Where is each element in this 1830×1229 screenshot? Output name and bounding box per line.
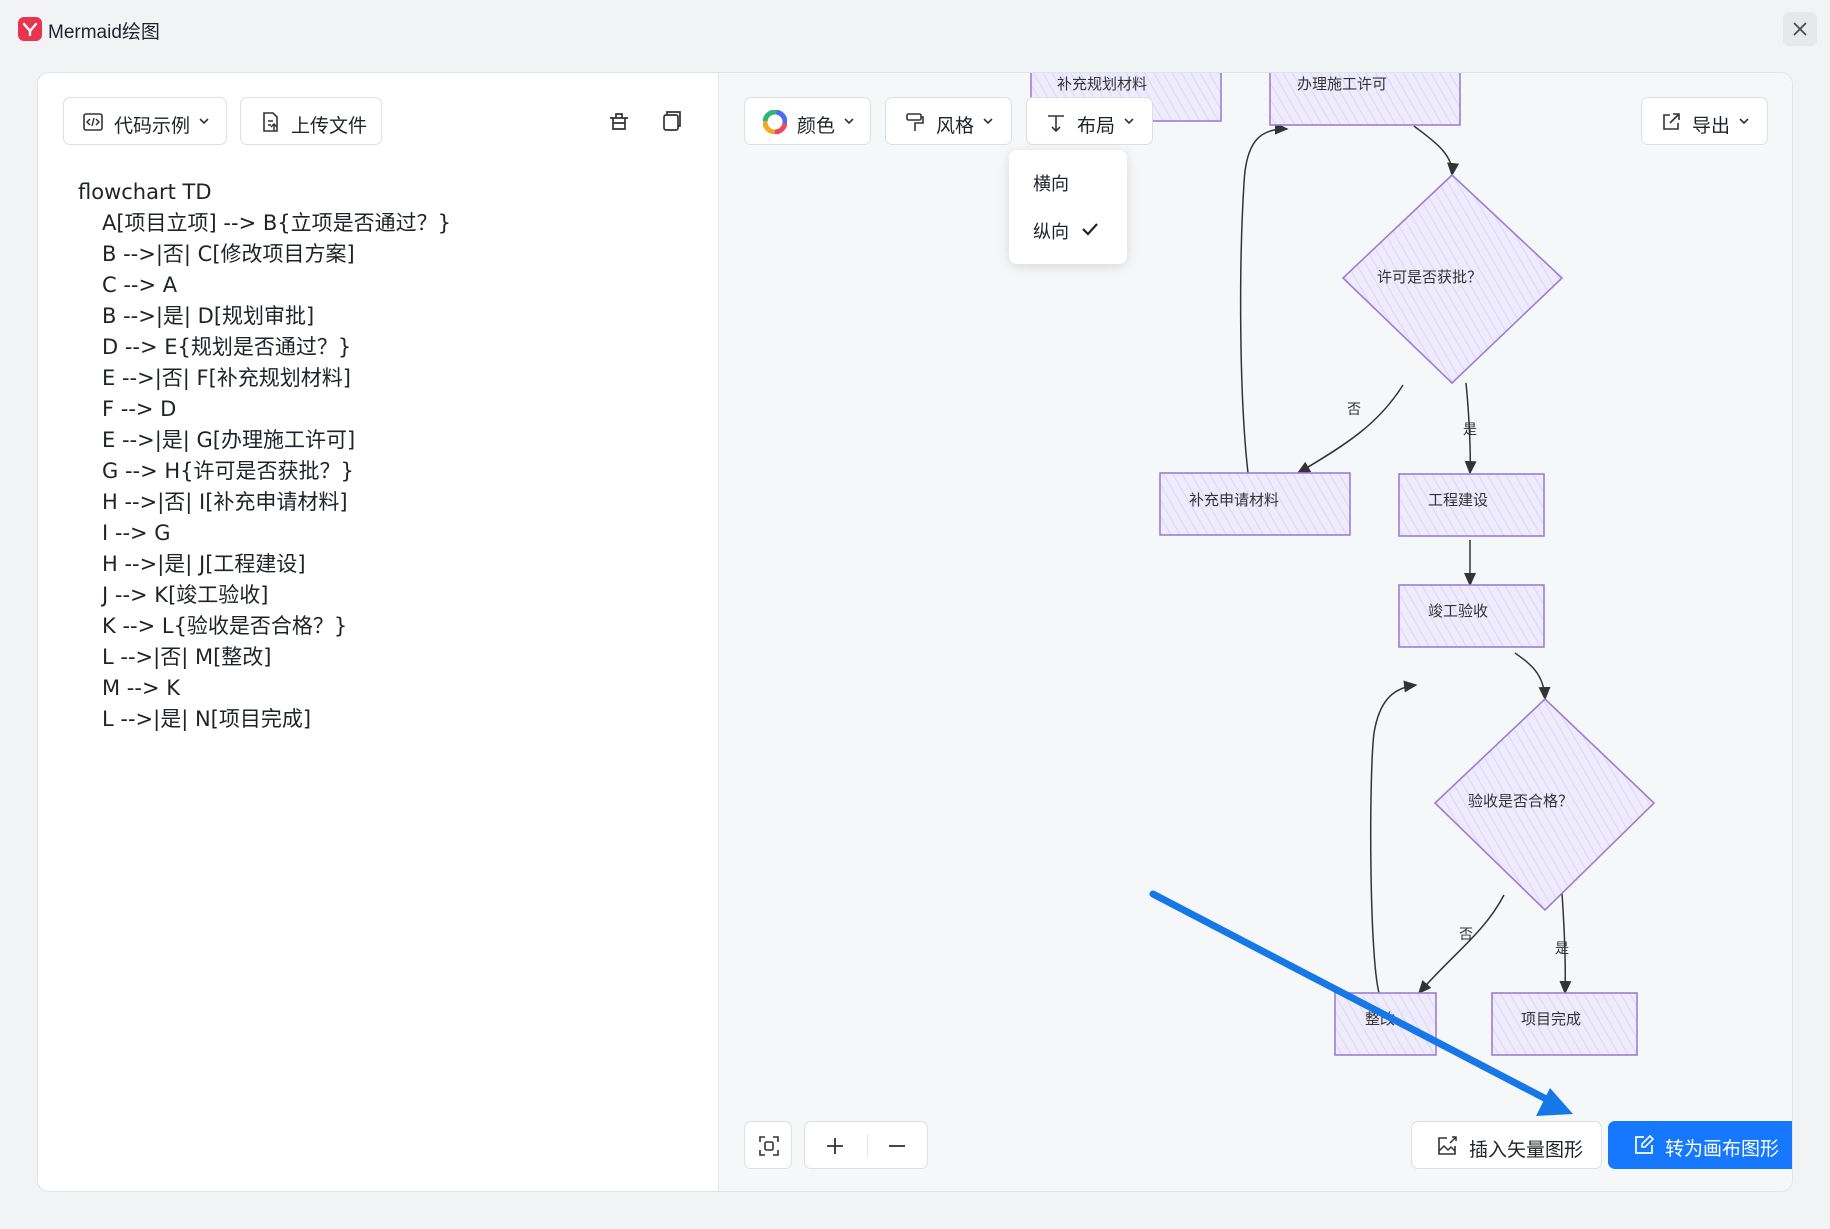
- edge-g-h: [1413, 125, 1460, 177]
- checkmark-icon: [1082, 223, 1098, 236]
- export-icon: [1663, 113, 1680, 130]
- color-dropdown[interactable]: 颜色: [744, 97, 871, 145]
- layout-flow-icon: [1048, 115, 1064, 133]
- code-line: C --> A: [102, 273, 178, 297]
- code-line: B -->|否| C[修改项目方案]: [102, 242, 355, 266]
- export-dropdown[interactable]: 导出: [1641, 97, 1768, 145]
- edge-i-g: [1239, 122, 1289, 474]
- layout-menu-item-label: 横向: [1033, 174, 1069, 194]
- convert-to-canvas-button[interactable]: 转为画布图形: [1608, 1121, 1792, 1169]
- code-line: J --> K[竣工验收]: [102, 583, 269, 607]
- color-wheel-icon: [763, 110, 787, 134]
- code-examples-dropdown[interactable]: 代码示例: [63, 97, 227, 145]
- code-text-area[interactable]: flowchart TD A[项目立项] --> B{立项是否通过？} B -->|…: [78, 177, 698, 735]
- layout-menu: 横向 纵向: [1009, 150, 1127, 264]
- edge-k-l: [1514, 652, 1551, 701]
- insert-image-icon: [1438, 1136, 1457, 1155]
- chevron-down-icon: [1739, 118, 1749, 125]
- code-line: flowchart TD: [78, 180, 212, 204]
- node-label-m: 整改: [1365, 1010, 1395, 1028]
- edit-icon: [1635, 1134, 1655, 1154]
- code-editor-pane: 代码示例 上传文件 flowchart TD A[项目立项] --> B{立项是否…: [38, 73, 719, 1191]
- code-line: G --> H{许可是否获批？}: [102, 459, 354, 483]
- chevron-down-icon: [983, 118, 993, 125]
- window-title: Mermaid绘图: [48, 22, 160, 43]
- upload-file-button[interactable]: 上传文件: [240, 97, 382, 145]
- fit-view-button[interactable]: [744, 1121, 792, 1169]
- style-dropdown[interactable]: 风格: [885, 97, 1012, 145]
- layout-dropdown[interactable]: 布局: [1026, 97, 1153, 145]
- insert-vector-button[interactable]: 插入矢量图形: [1411, 1121, 1602, 1169]
- code-line: K --> L{验收是否合格？}: [102, 614, 348, 638]
- node-label-j: 工程建设: [1428, 491, 1488, 509]
- chevron-down-icon: [1124, 118, 1134, 125]
- chevron-down-icon: [844, 118, 854, 125]
- code-line: E -->|否| F[补充规划材料]: [102, 366, 351, 390]
- diagram-canvas[interactable]: 否 是 否 是 补充规划材料 办理施工许可 许可是否获批？ 补充申请材料 工程建…: [719, 73, 1792, 1191]
- upload-file-label: 上传文件: [291, 116, 368, 137]
- fit-screen-icon: [759, 1136, 779, 1156]
- layout-menu-item-label: 纵向: [1033, 222, 1069, 242]
- code-line: D --> E{规划是否通过？}: [102, 335, 352, 359]
- chevron-down-icon: [199, 118, 209, 125]
- export-label: 导出: [1692, 116, 1731, 137]
- layout-menu-item-vertical[interactable]: 纵向: [1009, 209, 1127, 249]
- node-label-h: 许可是否获批？: [1377, 268, 1482, 286]
- title-bar: Mermaid绘图: [0, 0, 1830, 60]
- zoom-out-icon[interactable]: [887, 1136, 907, 1156]
- edge-label-no: 否: [1459, 927, 1473, 943]
- code-line: H -->|否| I[补充申请材料]: [102, 490, 348, 514]
- main-panel: 代码示例 上传文件 flowchart TD A[项目立项] --> B{立项是否…: [37, 72, 1793, 1192]
- flowchart-diagram: 否 是 否 是 补充规划材料 办理施工许可 许可是否获批？ 补充申请材料 工程建…: [1030, 73, 1656, 1056]
- code-line: L -->|否| M[整改]: [102, 645, 272, 669]
- app-logo-icon: [18, 17, 42, 41]
- node-label-n: 项目完成: [1521, 1010, 1581, 1028]
- node-label-l: 验收是否合格？: [1468, 792, 1573, 810]
- code-line: A[项目立项] --> B{立项是否通过？}: [102, 211, 451, 235]
- node-label-k: 竣工验收: [1428, 602, 1488, 620]
- close-icon: [1793, 22, 1807, 36]
- layout-label: 布局: [1077, 116, 1116, 137]
- node-label-i: 补充申请材料: [1189, 491, 1279, 509]
- copy-icon[interactable]: [656, 106, 686, 136]
- edge-label-yes: 是: [1555, 941, 1569, 957]
- code-line: L -->|是| N[项目完成]: [102, 707, 312, 731]
- zoom-controls: [804, 1121, 928, 1169]
- style-label: 风格: [936, 116, 975, 137]
- close-button[interactable]: [1783, 12, 1817, 46]
- code-line: B -->|是| D[规划审批]: [102, 304, 315, 328]
- code-icon: [83, 113, 103, 131]
- code-line: I --> G: [102, 521, 171, 545]
- node-label-g: 办理施工许可: [1297, 75, 1387, 93]
- code-line: M --> K: [102, 676, 180, 700]
- paint-roller-icon: [906, 113, 924, 131]
- convert-to-canvas-label: 转为画布图形: [1665, 1139, 1780, 1160]
- upload-file-icon: [263, 112, 278, 132]
- color-label: 颜色: [797, 116, 836, 137]
- edge-label-no: 否: [1347, 402, 1361, 418]
- layout-menu-item-horizontal[interactable]: 横向: [1009, 161, 1127, 201]
- edge-label-yes: 是: [1463, 422, 1477, 438]
- edge-m-k: [1369, 680, 1418, 994]
- code-line: F --> D: [102, 397, 177, 421]
- zoom-in-icon[interactable]: [825, 1136, 845, 1156]
- edge-l-m: [1418, 894, 1505, 995]
- node-label-f: 补充规划材料: [1057, 75, 1147, 93]
- code-examples-label: 代码示例: [114, 116, 191, 137]
- code-line: E -->|是| G[办理施工许可]: [102, 428, 356, 452]
- code-line: H -->|是| J[工程建设]: [102, 552, 306, 576]
- zoom-divider: [867, 1134, 868, 1158]
- edge-h-i: [1296, 384, 1404, 474]
- clear-icon[interactable]: [604, 106, 634, 136]
- insert-vector-label: 插入矢量图形: [1469, 1140, 1584, 1161]
